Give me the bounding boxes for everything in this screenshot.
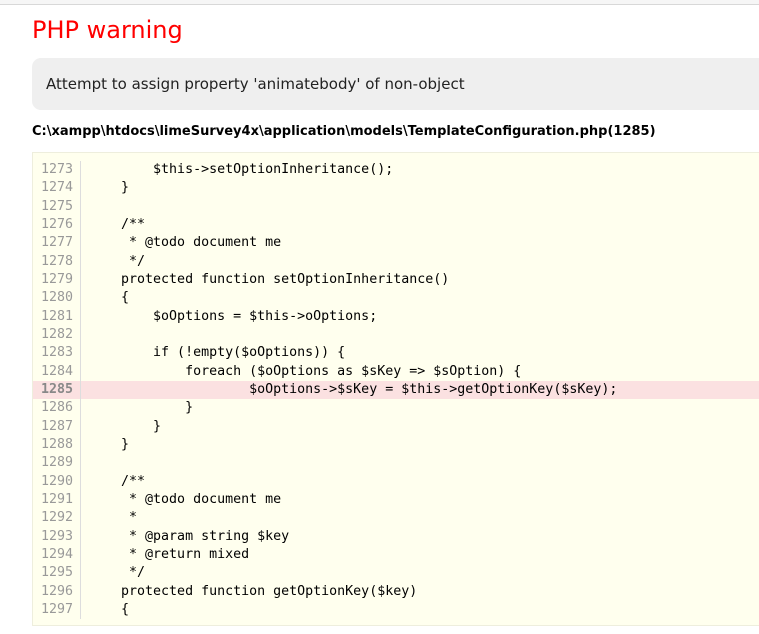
- line-number: 1295: [33, 564, 81, 583]
- code-line: 1281 $oOptions = $this->oOptions;: [33, 307, 759, 326]
- code-line: 1288 }: [33, 435, 759, 455]
- line-number: 1273: [33, 161, 81, 180]
- line-number: 1285: [33, 380, 81, 400]
- line-number: 1279: [33, 270, 81, 290]
- error-message: Attempt to assign property 'animatebody'…: [32, 58, 759, 110]
- line-number: 1292: [33, 509, 81, 528]
- line-code: }: [89, 418, 162, 434]
- line-code: }: [89, 180, 130, 196]
- line-code: /**: [89, 473, 146, 489]
- line-code: */: [89, 565, 146, 581]
- code-line: 1274 }: [33, 179, 759, 198]
- line-code: * @todo document me: [89, 235, 282, 251]
- line-code: {: [89, 290, 130, 306]
- line-number: 1291: [33, 490, 81, 510]
- code-line: 1275: [33, 197, 759, 216]
- code-line: 1296 protected function getOptionKey($ke…: [33, 582, 759, 601]
- line-code: }: [89, 436, 130, 452]
- line-code: protected function setOptionInheritance(…: [89, 271, 450, 287]
- code-line: 1293 * @param string $key: [33, 527, 759, 546]
- line-code: $oOptions = $this->oOptions;: [89, 308, 378, 324]
- line-number: 1288: [33, 435, 81, 455]
- line-code: /**: [89, 216, 146, 232]
- line-number: 1277: [33, 234, 81, 253]
- code-line: 1290 /**: [33, 472, 759, 491]
- code-line: 1273 $this->setOptionInheritance();: [33, 161, 759, 180]
- code-line: 1294 * @return mixed: [33, 545, 759, 565]
- line-code: $this->setOptionInheritance();: [89, 162, 394, 177]
- code-line-highlighted: 1285 $oOptions->$sKey = $this->getOption…: [33, 380, 759, 400]
- line-number: 1287: [33, 417, 81, 436]
- line-number: 1276: [33, 215, 81, 235]
- code-line: 1291 * @todo document me: [33, 490, 759, 510]
- line-code: * @param string $key: [89, 528, 290, 544]
- line-code: if (!empty($oOptions)) {: [89, 345, 346, 361]
- code-line: 1279 protected function setOptionInherit…: [33, 270, 759, 290]
- code-line: 1284 foreach ($oOptions as $sKey => $sOp…: [33, 362, 759, 381]
- error-title: PHP warning: [32, 16, 183, 44]
- line-number: 1286: [33, 399, 81, 418]
- line-code: }: [89, 400, 194, 416]
- line-number: 1289: [33, 454, 81, 473]
- line-number: 1284: [33, 362, 81, 381]
- code-line: 1276 /**: [33, 215, 759, 235]
- line-number: 1290: [33, 472, 81, 491]
- line-code: * @todo document me: [89, 491, 282, 507]
- line-number: 1281: [33, 307, 81, 326]
- code-line: 1277 * @todo document me: [33, 234, 759, 253]
- line-code: $oOptions->$sKey = $this->getOptionKey($…: [89, 381, 618, 397]
- code-line: 1286 }: [33, 399, 759, 418]
- line-code: {: [89, 601, 130, 617]
- code-line: 1283 if (!empty($oOptions)) {: [33, 344, 759, 363]
- code-line: 1282: [33, 325, 759, 345]
- source-code-view: 1273 $this->setOptionInheritance(); 1274 …: [32, 152, 759, 626]
- line-number: 1282: [33, 325, 81, 345]
- code-line: 1278 */: [33, 252, 759, 271]
- line-code: */: [89, 253, 146, 269]
- line-code: * @return mixed: [89, 546, 250, 562]
- line-number: 1296: [33, 582, 81, 601]
- line-number: 1275: [33, 197, 81, 216]
- file-path: C:\xampp\htdocs\limeSurvey4x\application…: [32, 124, 656, 139]
- code-line: 1280 {: [33, 289, 759, 308]
- line-code: *: [89, 510, 138, 526]
- top-border: [0, 0, 759, 5]
- code-line: 1295 */: [33, 564, 759, 583]
- line-code: foreach ($oOptions as $sKey => $sOption)…: [89, 363, 522, 379]
- code-line: 1297 {: [33, 600, 759, 620]
- line-number: 1280: [33, 289, 81, 308]
- line-number: 1293: [33, 527, 81, 546]
- line-code: protected function getOptionKey($key): [89, 583, 418, 599]
- line-number: 1283: [33, 344, 81, 363]
- line-number: 1297: [33, 600, 81, 620]
- line-number: 1294: [33, 545, 81, 565]
- code-line: 1292 *: [33, 509, 759, 528]
- code-line: 1289: [33, 454, 759, 473]
- line-number: 1278: [33, 252, 81, 271]
- line-number: 1274: [33, 179, 81, 198]
- code-line: 1287 }: [33, 417, 759, 436]
